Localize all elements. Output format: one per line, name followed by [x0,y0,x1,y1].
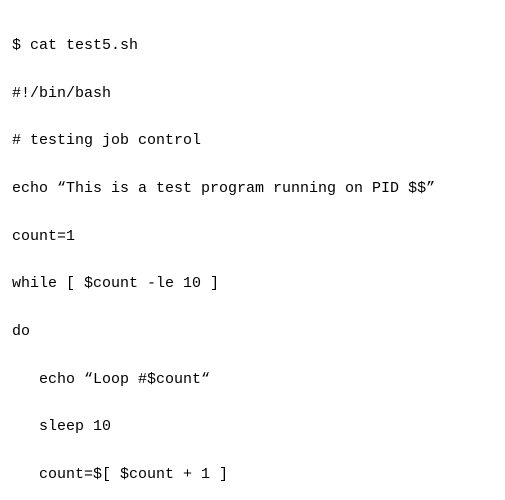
terminal-line: echo “This is a test program running on … [12,177,493,201]
terminal-line: sleep 10 [12,415,493,439]
terminal-line: while [ $count -le 10 ] [12,272,493,296]
terminal-line: echo “Loop #$count“ [12,368,493,392]
terminal-line: #!/bin/bash [12,82,493,106]
terminal-line: count=1 [12,225,493,249]
terminal-line: $ cat test5.sh [12,34,493,58]
terminal-output: $ cat test5.sh #!/bin/bash # testing job… [0,0,505,500]
terminal-line: # testing job control [12,129,493,153]
terminal-line: do [12,320,493,344]
terminal-line: count=$[ $count + 1 ] [12,463,493,487]
